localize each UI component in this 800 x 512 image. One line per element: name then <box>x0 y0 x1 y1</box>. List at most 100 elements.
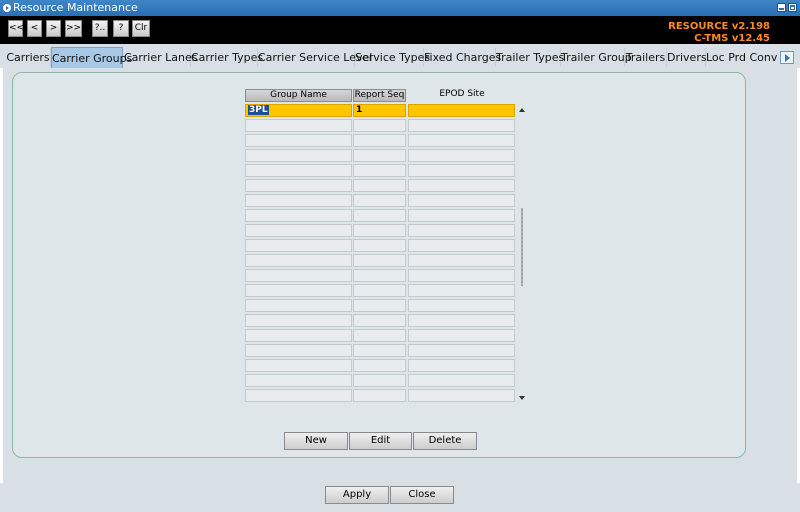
window-title-bar: Resource Maintenance <box>0 0 800 16</box>
grid-cell-group-name[interactable] <box>245 389 352 402</box>
grid-cell-group-name[interactable] <box>245 374 352 387</box>
grid-cell-epod-site[interactable] <box>408 284 515 297</box>
first-record-button[interactable]: << <box>8 20 24 37</box>
grid-cell-epod-site[interactable] <box>408 374 515 387</box>
grid-cell-group-name[interactable] <box>245 329 352 342</box>
grid-cell-report-seq[interactable] <box>353 164 406 177</box>
grid-cell-group-name[interactable] <box>245 359 352 372</box>
tab-loc-prd-conv[interactable]: Loc Prd Conv <box>706 48 777 67</box>
last-record-button[interactable]: >> <box>65 20 82 37</box>
grid-cell-group-name[interactable] <box>245 209 352 222</box>
resource-version: RESOURCE v2.198 <box>668 21 770 32</box>
grid-cell-group-name[interactable] <box>245 239 352 252</box>
tab-carrier-lanes[interactable]: Carrier Lanes <box>124 48 197 67</box>
grid-cell-epod-site[interactable] <box>408 359 515 372</box>
tab-carrier-groups[interactable]: Carrier Groups <box>51 47 132 68</box>
minimize-icon[interactable] <box>777 3 786 12</box>
window-title: Resource Maintenance <box>13 1 138 14</box>
query-button[interactable]: ? <box>113 20 129 37</box>
tab-trailer-group[interactable]: Trailer Group <box>561 48 632 67</box>
grid-cell-epod-site[interactable] <box>408 134 515 147</box>
grid-cell-epod-site[interactable] <box>408 254 515 267</box>
grid-cell-epod-site[interactable] <box>408 224 515 237</box>
clear-button[interactable]: Clr <box>132 20 150 37</box>
grid-cell-report-seq[interactable] <box>353 119 406 132</box>
grid-cell-group-name[interactable] <box>245 314 352 327</box>
delete-button[interactable]: Delete <box>413 432 477 450</box>
grid-cell-report-seq[interactable] <box>353 194 406 207</box>
column-header-report-seq[interactable]: Report Seq <box>353 89 406 102</box>
grid-cell-report-seq[interactable] <box>353 269 406 282</box>
grid-cell-group-name[interactable] <box>245 254 352 267</box>
grid-cell-epod-site[interactable] <box>408 329 515 342</box>
tab-trailers[interactable]: Trailers <box>625 48 667 67</box>
grid-cell-group-name[interactable] <box>245 119 352 132</box>
grid-cell-report-seq[interactable] <box>353 299 406 312</box>
column-header-epod-site: EPOD Site <box>439 89 485 99</box>
apply-button[interactable]: Apply <box>325 486 389 504</box>
grid-cell-report-seq[interactable] <box>353 284 406 297</box>
tab-service-types[interactable]: Service Types <box>355 48 430 67</box>
tab-carrier-types[interactable]: Carrier Types <box>191 48 263 67</box>
tab-drivers[interactable]: Drivers <box>667 48 707 67</box>
grid-cell-report-seq[interactable] <box>353 149 406 162</box>
grid-cell-epod-site[interactable] <box>408 299 515 312</box>
grid-cell-group-name[interactable] <box>245 134 352 147</box>
grid-cell-epod-site[interactable] <box>408 209 515 222</box>
grid-cell-group-name[interactable] <box>245 149 352 162</box>
query-dialog-button[interactable]: ?.. <box>92 20 108 37</box>
grid-cell-report-seq[interactable]: 1 <box>353 104 406 117</box>
scroll-up-icon[interactable] <box>519 108 525 112</box>
grid-cell-group-name[interactable]: 3PL <box>245 104 352 117</box>
grid-cell-report-seq[interactable] <box>353 329 406 342</box>
grid-cell-report-seq[interactable] <box>353 179 406 192</box>
scroll-grip[interactable] <box>521 208 523 286</box>
tab-strip: Carriers Carrier Groups Carrier Lanes Ca… <box>0 44 800 68</box>
tab-carriers[interactable]: Carriers <box>6 48 51 67</box>
column-header-group-name[interactable]: Group Name <box>245 89 352 102</box>
grid-cell-group-name[interactable] <box>245 299 352 312</box>
grid-cell-epod-site[interactable] <box>408 179 515 192</box>
grid-cell-report-seq[interactable] <box>353 254 406 267</box>
previous-record-button[interactable]: < <box>27 20 42 37</box>
grid-cell-group-name[interactable] <box>245 194 352 207</box>
grid-cell-epod-site[interactable] <box>408 104 515 117</box>
grid-cell-value: 3PL <box>248 105 269 115</box>
grid-cell-epod-site[interactable] <box>408 164 515 177</box>
grid-cell-epod-site[interactable] <box>408 239 515 252</box>
grid-cell-epod-site[interactable] <box>408 194 515 207</box>
grid-cell-report-seq[interactable] <box>353 359 406 372</box>
grid-cell-report-seq[interactable] <box>353 314 406 327</box>
grid-cell-report-seq[interactable] <box>353 389 406 402</box>
grid-cell-group-name[interactable] <box>245 164 352 177</box>
toolbar: << < > >> ?.. ? Clr RESOURCE v2.198 C-TM… <box>0 16 800 44</box>
grid-cell-report-seq[interactable] <box>353 374 406 387</box>
grid-cell-epod-site[interactable] <box>408 149 515 162</box>
grid-cell-report-seq[interactable] <box>353 209 406 222</box>
grid-scrollbar[interactable] <box>517 104 527 404</box>
tab-carrier-service-level[interactable]: Carrier Service Level <box>258 48 372 67</box>
grid-cell-group-name[interactable] <box>245 284 352 297</box>
maximize-icon[interactable] <box>788 3 797 12</box>
grid-cell-epod-site[interactable] <box>408 269 515 282</box>
next-record-button[interactable]: > <box>46 20 61 37</box>
edit-button[interactable]: Edit <box>349 432 412 450</box>
tab-trailer-types[interactable]: Trailer Types <box>496 48 564 67</box>
grid-cell-epod-site[interactable] <box>408 389 515 402</box>
grid-cell-group-name[interactable] <box>245 269 352 282</box>
grid-cell-report-seq[interactable] <box>353 224 406 237</box>
grid-cell-report-seq[interactable] <box>353 344 406 357</box>
grid-cell-epod-site[interactable] <box>408 119 515 132</box>
grid-cell-epod-site[interactable] <box>408 314 515 327</box>
close-button[interactable]: Close <box>390 486 454 504</box>
grid-cell-group-name[interactable] <box>245 179 352 192</box>
grid-cell-epod-site[interactable] <box>408 344 515 357</box>
new-button[interactable]: New <box>284 432 348 450</box>
scroll-down-icon[interactable] <box>519 396 525 400</box>
grid-cell-report-seq[interactable] <box>353 134 406 147</box>
grid-cell-report-seq[interactable] <box>353 239 406 252</box>
tab-fixed-charges[interactable]: Fixed Charges <box>424 48 501 67</box>
tab-scroll-right-icon[interactable] <box>780 51 794 64</box>
grid-cell-group-name[interactable] <box>245 224 352 237</box>
grid-cell-group-name[interactable] <box>245 344 352 357</box>
